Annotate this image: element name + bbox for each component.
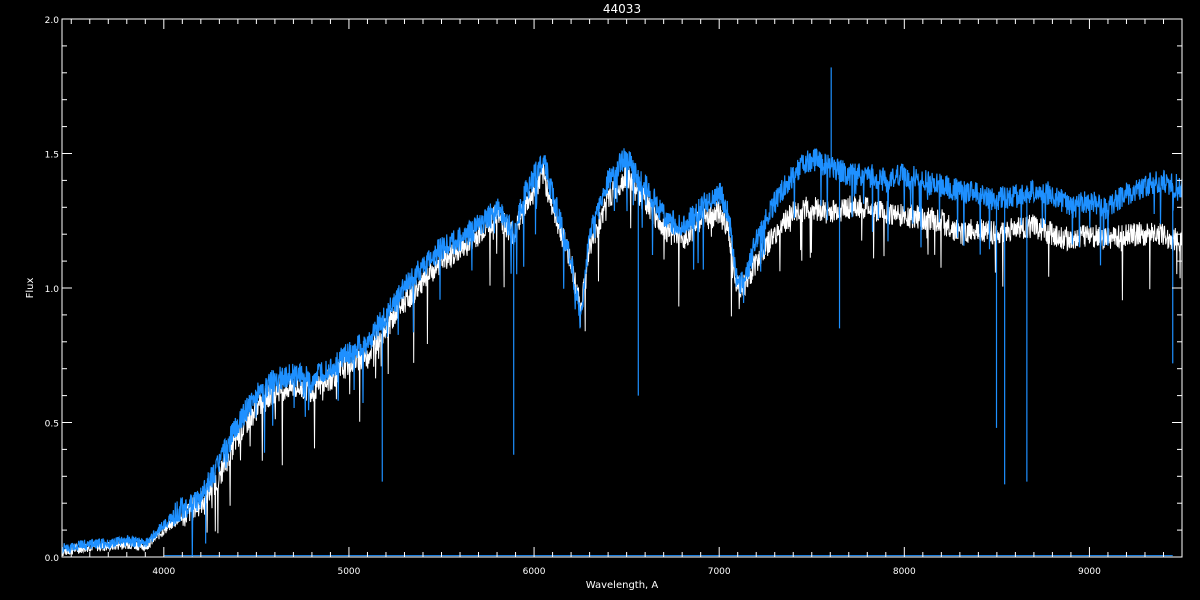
y-tick-label: 0.0 (45, 554, 60, 564)
x-axis-label: Wavelength, A (586, 580, 659, 591)
y-axis-label: Flux (25, 278, 36, 299)
x-tick-label: 9000 (1078, 567, 1101, 577)
x-tick-label: 7000 (708, 567, 731, 577)
x-tick-label: 4000 (152, 567, 175, 577)
y-tick-label: 2.0 (45, 16, 60, 26)
x-tick-label: 8000 (893, 567, 916, 577)
y-tick-label: 1.0 (45, 285, 60, 295)
chart-title: 44033 (603, 2, 641, 16)
spectrum-chart: 4000 5000 6000 7000 8000 90000.00.51.01.52.0 … (0, 0, 1200, 600)
y-tick-label: 1.5 (45, 151, 59, 161)
x-tick-label: 6000 (523, 567, 546, 577)
x-tick-label: 5000 (337, 567, 360, 577)
y-tick-label: 0.5 (45, 420, 59, 430)
